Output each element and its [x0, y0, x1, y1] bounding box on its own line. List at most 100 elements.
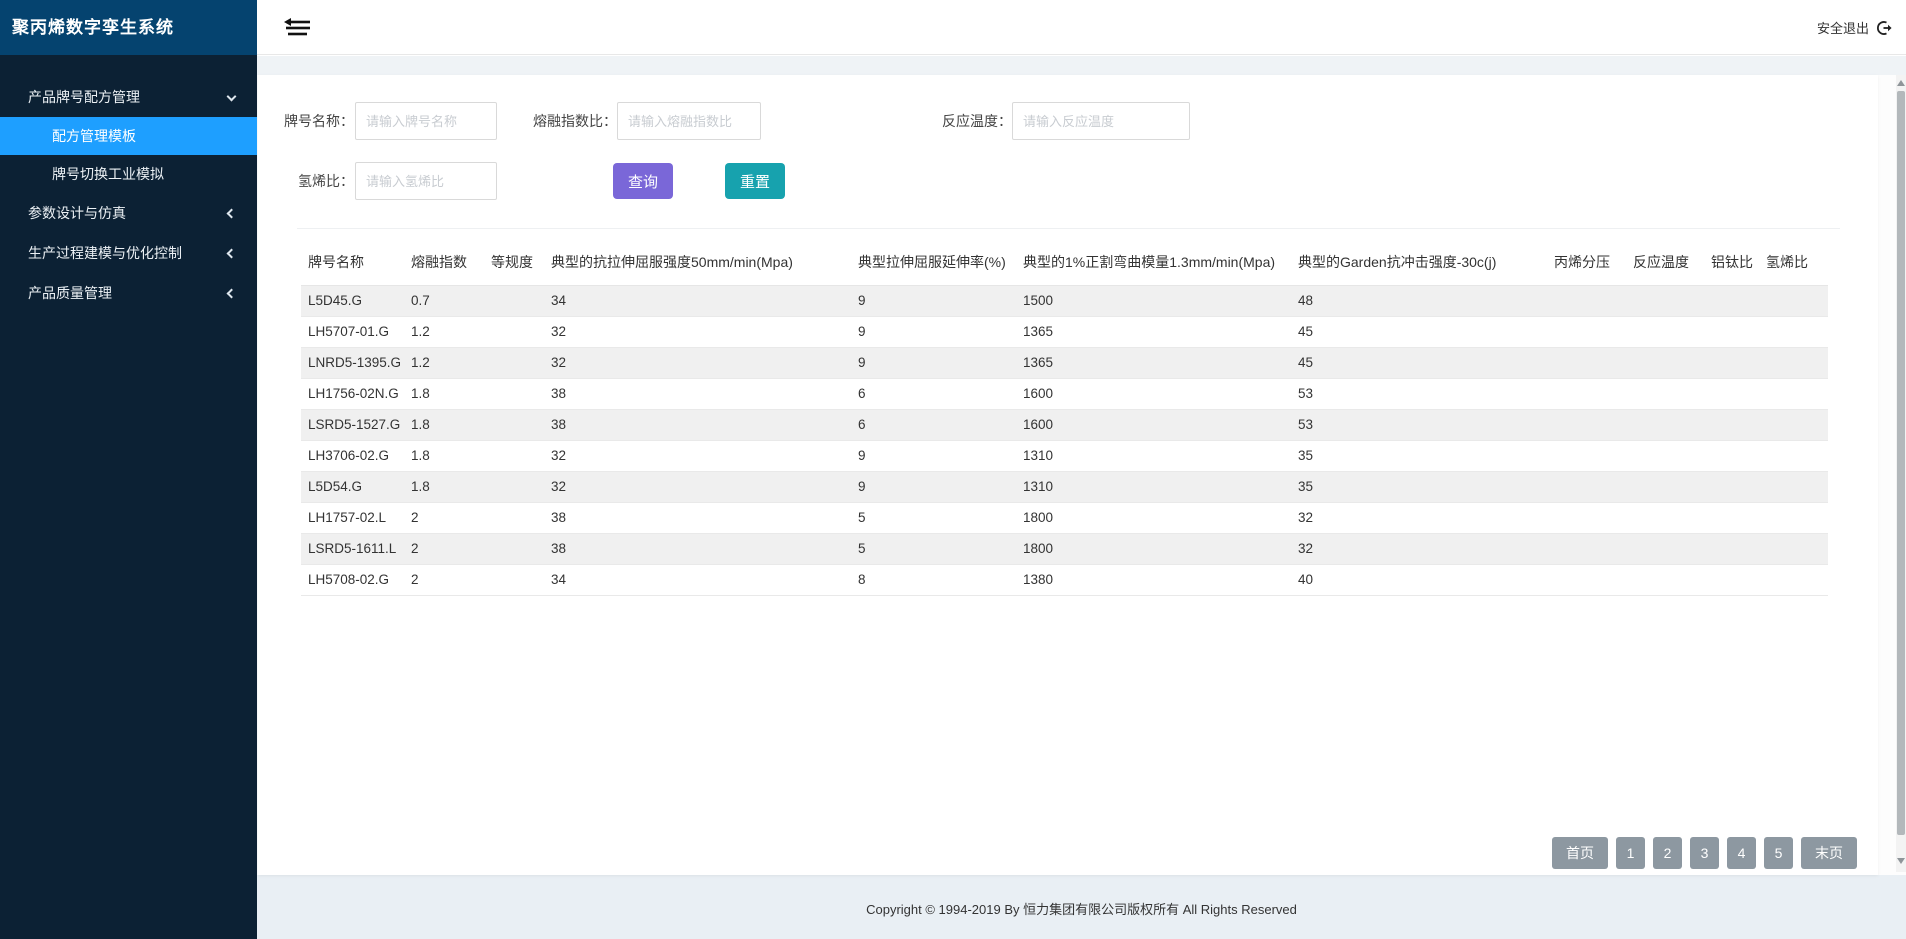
table-cell: LH1756-02N.G [301, 378, 404, 409]
reset-button[interactable]: 重置 [725, 163, 785, 199]
sidebar-item-brand-switch-simulation[interactable]: 牌号切换工业模拟 [0, 155, 257, 193]
table-cell [1547, 378, 1626, 409]
table-cell: 1365 [1016, 316, 1291, 347]
table-cell [1626, 471, 1704, 502]
pagination-page-button[interactable]: 3 [1690, 837, 1719, 869]
table-cell [484, 564, 544, 595]
table-cell [1626, 409, 1704, 440]
chevron-left-icon [227, 209, 237, 219]
table-cell [1704, 564, 1759, 595]
form-table-divider [297, 228, 1840, 229]
sidebar: 聚丙烯数字孪生系统 产品牌号配方管理 配方管理模板 牌号切换工业模拟 参数设计与… [0, 0, 257, 939]
topbar: 安全退出 [257, 0, 1906, 55]
pagination-page-button[interactable]: 4 [1727, 837, 1756, 869]
brand-name-input[interactable] [355, 102, 497, 140]
table-cell [484, 502, 544, 533]
table-cell: 9 [851, 347, 1016, 378]
sidebar-toggle-button[interactable] [283, 16, 313, 40]
logout-icon [1876, 20, 1892, 36]
table-row: LH5708-02.G2348138040 [301, 564, 1828, 595]
logout-label: 安全退出 [1817, 18, 1869, 37]
table-cell: 32 [544, 347, 851, 378]
melt-index-ratio-input[interactable] [617, 102, 761, 140]
scrollbar-down-arrow[interactable] [1897, 858, 1905, 864]
pagination-last-button[interactable]: 末页 [1801, 837, 1857, 869]
table-cell [1626, 378, 1704, 409]
table-cell: 1.8 [404, 409, 484, 440]
sidebar-item-production-modeling[interactable]: 生产过程建模与优化控制 [0, 233, 257, 273]
footer: Copyright © 1994-2019 By 恒力集团有限公司版权所有 Al… [257, 875, 1906, 939]
table-cell: 1600 [1016, 378, 1291, 409]
table-row: LH3706-02.G1.8329131035 [301, 440, 1828, 471]
pagination-first-button[interactable]: 首页 [1552, 837, 1608, 869]
table-cell: 9 [851, 440, 1016, 471]
table-cell [1759, 564, 1828, 595]
column-header: 牌号名称 [301, 239, 404, 285]
table-cell [1759, 440, 1828, 471]
pagination-page-button[interactable]: 1 [1616, 837, 1645, 869]
table-cell [484, 533, 544, 564]
table-cell: LH5707-01.G [301, 316, 404, 347]
table-cell [1547, 316, 1626, 347]
table-cell [1626, 316, 1704, 347]
table-cell: 9 [851, 285, 1016, 316]
data-table: 牌号名称熔融指数等规度典型的抗拉伸屈服强度50mm/min(Mpa)典型拉伸屈服… [301, 239, 1828, 596]
table-cell [1626, 564, 1704, 595]
data-table-wrapper: 牌号名称熔融指数等规度典型的抗拉伸屈服强度50mm/min(Mpa)典型拉伸屈服… [301, 239, 1828, 596]
sidebar-item-recipe-template[interactable]: 配方管理模板 [0, 117, 257, 155]
table-cell [1704, 533, 1759, 564]
pagination-page-button[interactable]: 5 [1764, 837, 1793, 869]
chevron-left-icon [227, 289, 237, 299]
table-cell: 48 [1291, 285, 1547, 316]
table-row: LSRD5-1611.L2385180032 [301, 533, 1828, 564]
sidebar-item-label: 牌号切换工业模拟 [52, 166, 164, 182]
table-cell [1759, 533, 1828, 564]
scrollbar-up-arrow[interactable] [1897, 80, 1905, 86]
hydrogen-ethylene-ratio-input[interactable] [355, 162, 497, 200]
vertical-scrollbar [1896, 75, 1906, 872]
table-cell [1759, 316, 1828, 347]
column-header: 典型拉伸屈服延伸率(%) [851, 239, 1016, 285]
sidebar-item-label: 产品牌号配方管理 [28, 89, 140, 105]
sidebar-item-product-quality[interactable]: 产品质量管理 [0, 273, 257, 313]
reaction-temperature-input[interactable] [1012, 102, 1190, 140]
table-cell: 35 [1291, 440, 1547, 471]
table-cell [484, 409, 544, 440]
chevron-left-icon [227, 249, 237, 259]
table-cell: 45 [1291, 316, 1547, 347]
sidebar-item-product-brand-recipe[interactable]: 产品牌号配方管理 [0, 77, 257, 117]
table-cell: 38 [544, 533, 851, 564]
table-cell [484, 347, 544, 378]
pagination: 首页12345末页 [1552, 837, 1857, 869]
table-cell: 0.7 [404, 285, 484, 316]
table-cell: 1800 [1016, 533, 1291, 564]
pagination-page-button[interactable]: 2 [1653, 837, 1682, 869]
table-cell [1547, 347, 1626, 378]
table-cell: 40 [1291, 564, 1547, 595]
table-cell [1759, 285, 1828, 316]
table-cell: 6 [851, 409, 1016, 440]
sidebar-item-label: 参数设计与仿真 [28, 205, 126, 221]
table-cell: 32 [544, 316, 851, 347]
logout-button[interactable]: 安全退出 [1817, 0, 1892, 55]
chevron-down-icon [227, 92, 237, 102]
column-header: 氢烯比 [1759, 239, 1828, 285]
query-button[interactable]: 查询 [613, 163, 673, 199]
table-cell [1704, 316, 1759, 347]
app-title: 聚丙烯数字孪生系统 [0, 0, 257, 55]
table-cell: 1310 [1016, 440, 1291, 471]
table-cell [1547, 533, 1626, 564]
scrollbar-thumb[interactable] [1897, 91, 1905, 835]
table-cell: LNRD5-1395.G [301, 347, 404, 378]
table-cell [1547, 285, 1626, 316]
table-cell [1759, 409, 1828, 440]
brand-name-label: 牌号名称： [258, 102, 354, 140]
table-cell [1704, 347, 1759, 378]
table-cell [1626, 533, 1704, 564]
table-cell: 1800 [1016, 502, 1291, 533]
column-header: 铝钛比 [1704, 239, 1759, 285]
melt-index-ratio-label: 熔融指数比： [521, 102, 617, 140]
table-cell: 1.8 [404, 440, 484, 471]
sidebar-item-parameter-design[interactable]: 参数设计与仿真 [0, 193, 257, 233]
column-header: 丙烯分压 [1547, 239, 1626, 285]
